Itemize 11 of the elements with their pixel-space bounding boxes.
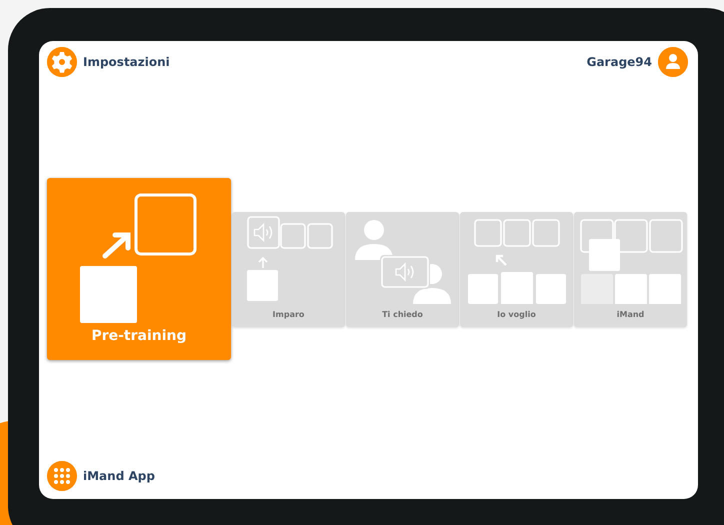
mode-card[interactable]: Pre-training	[47, 178, 231, 360]
mode-card[interactable]: Io voglio	[460, 212, 573, 326]
app-label[interactable]: iMand App	[83, 469, 155, 483]
app-grid-icon[interactable]	[47, 461, 77, 491]
user-avatar-icon[interactable]	[658, 47, 688, 77]
user-name: Garage94	[586, 55, 652, 69]
mode-card[interactable]: iMand	[574, 212, 687, 326]
mode-card[interactable]: Ti chiedo	[346, 212, 459, 326]
settings-label[interactable]: Impostazioni	[83, 55, 170, 69]
settings-icon[interactable]	[47, 47, 77, 77]
mode-card[interactable]: Imparo	[232, 212, 345, 326]
